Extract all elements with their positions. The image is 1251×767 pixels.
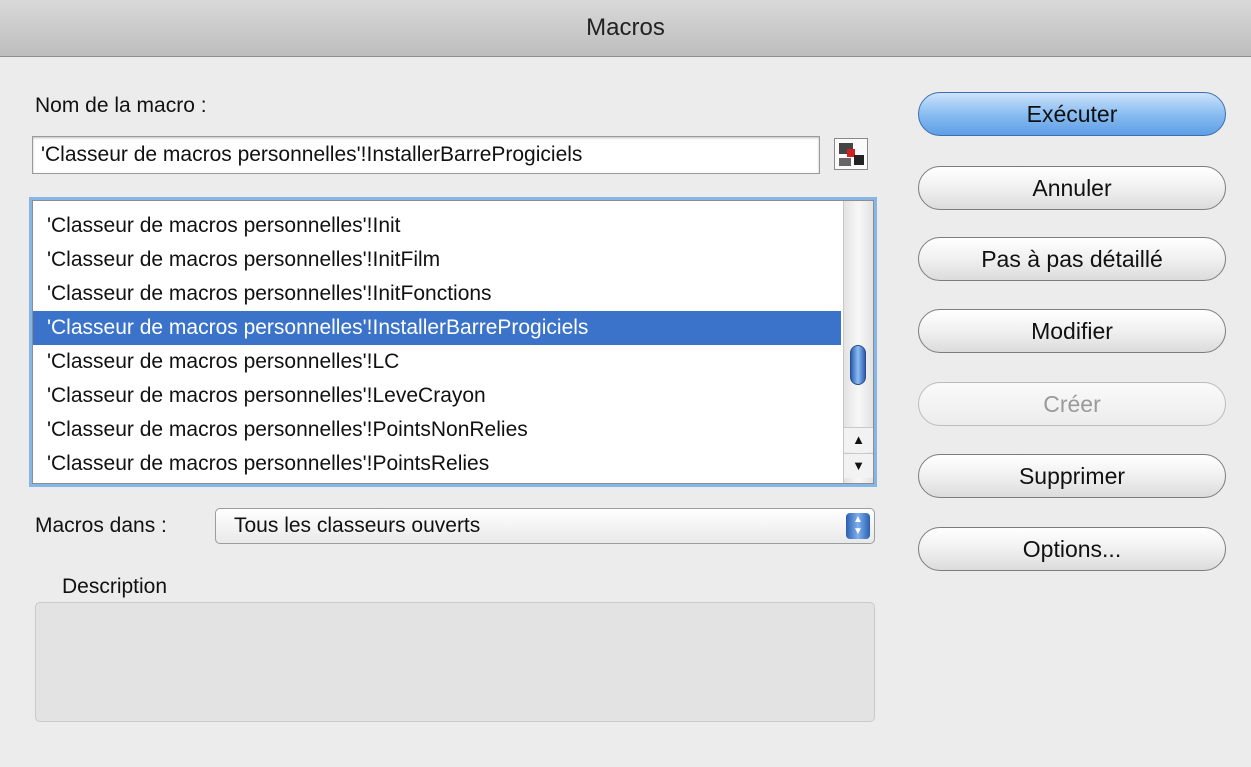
updown-arrows-icon: ▲ ▼ bbox=[846, 513, 870, 539]
list-item[interactable]: 'Classeur de macros personnelles'!Points… bbox=[33, 447, 841, 481]
cancel-button[interactable]: Annuler bbox=[918, 166, 1226, 210]
scroll-thumb[interactable] bbox=[850, 345, 866, 385]
step-into-button[interactable]: Pas à pas détaillé bbox=[918, 237, 1226, 281]
macro-name-field[interactable] bbox=[32, 136, 820, 174]
description-label: Description bbox=[62, 575, 168, 598]
scroll-down-arrow-icon[interactable]: ▼ bbox=[844, 453, 873, 478]
list-item[interactable]: 'Classeur de macros personnelles'!InitFi… bbox=[33, 243, 841, 277]
macros-in-select[interactable]: Tous les classeurs ouverts ▲ ▼ bbox=[215, 508, 875, 544]
edit-button[interactable]: Modifier bbox=[918, 309, 1226, 353]
delete-button[interactable]: Supprimer bbox=[918, 454, 1226, 498]
list-item[interactable]: 'Classeur de macros personnelles'!Points… bbox=[33, 413, 841, 447]
list-item-selected[interactable]: 'Classeur de macros personnelles'!Instal… bbox=[33, 311, 841, 345]
scroll-up-arrow-icon[interactable]: ▲ bbox=[844, 427, 873, 452]
macro-name-label: Nom de la macro : bbox=[35, 94, 207, 117]
description-box bbox=[35, 602, 875, 722]
list-item[interactable]: 'Classeur de macros personnelles'!LC bbox=[33, 345, 841, 379]
macros-in-value: Tous les classeurs ouverts bbox=[234, 514, 481, 537]
options-button[interactable]: Options... bbox=[918, 527, 1226, 571]
list-scrollbar[interactable]: ▲ ▼ bbox=[843, 201, 873, 483]
list-item[interactable]: 'Classeur de macros personnelles'!Init bbox=[33, 209, 841, 243]
list-item[interactable]: 'Classeur de macros personnelles'!InitFo… bbox=[33, 277, 841, 311]
create-button[interactable]: Créer bbox=[918, 382, 1226, 426]
run-button[interactable]: Exécuter bbox=[918, 92, 1226, 136]
macro-list[interactable]: 'Classeur de macros personnelles'!Init '… bbox=[32, 200, 874, 484]
macros-in-label: Macros dans : bbox=[35, 514, 167, 537]
window-title: Macros bbox=[0, 0, 1251, 57]
range-select-button[interactable] bbox=[834, 138, 868, 170]
list-item[interactable]: 'Classeur de macros personnelles'!LeveCr… bbox=[33, 379, 841, 413]
